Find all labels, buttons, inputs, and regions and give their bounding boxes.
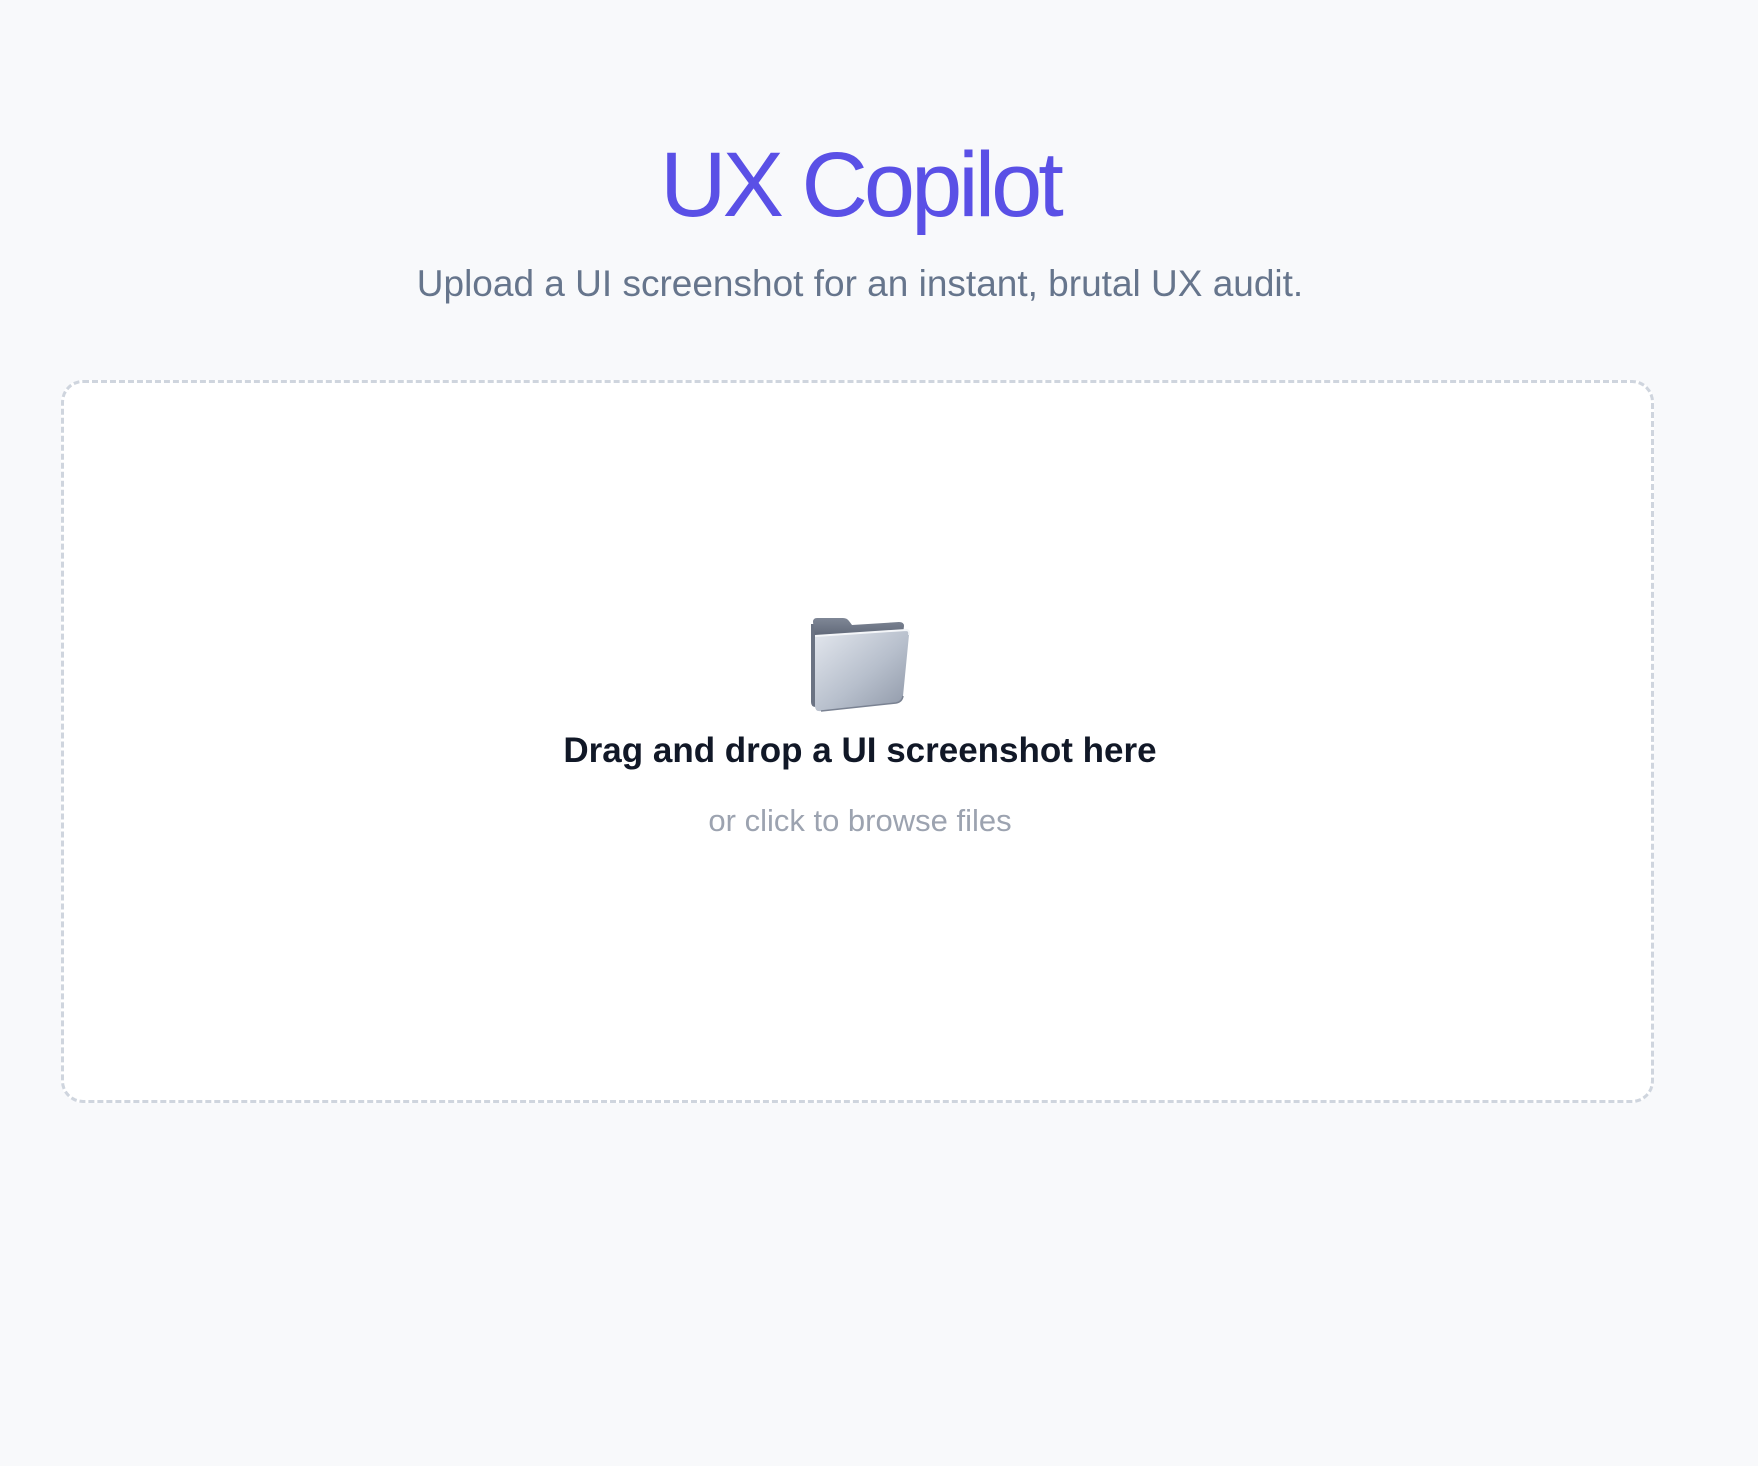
app-title: UX Copilot: [660, 134, 1064, 236]
dropzone-primary-text: Drag and drop a UI screenshot here: [563, 731, 1157, 770]
browse-files-link[interactable]: or click to browse files: [0, 800, 1720, 842]
app-subtitle: Upload a UI screenshot for an instant, b…: [416, 263, 1304, 304]
folder-icon: [807, 612, 911, 712]
upload-page: UX Copilot Upload a UI screenshot for an…: [0, 0, 1758, 1466]
